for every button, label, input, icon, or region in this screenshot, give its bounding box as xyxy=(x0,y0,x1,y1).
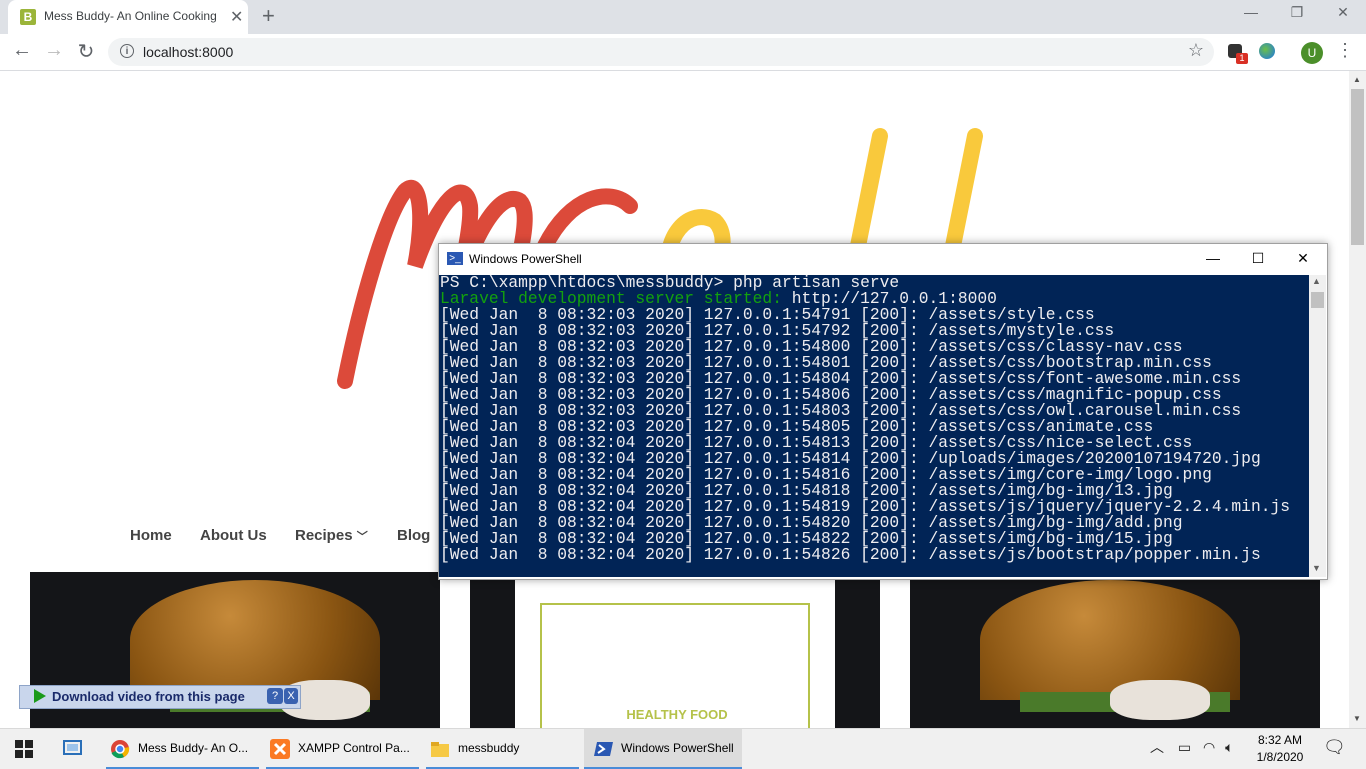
powershell-title: Windows PowerShell xyxy=(469,252,582,266)
powershell-titlebar[interactable]: >_ Windows PowerShell ― ☐ ✕ xyxy=(439,244,1327,275)
volume-icon[interactable]: 🔈︎ xyxy=(1225,739,1233,755)
xampp-icon xyxy=(270,739,290,759)
taskbar-chrome[interactable]: Mess Buddy- An O... xyxy=(106,729,259,769)
close-window-icon[interactable]: ✕ xyxy=(1320,4,1366,21)
info-icon[interactable]: i xyxy=(120,44,134,58)
profile-avatar[interactable]: U xyxy=(1301,42,1323,64)
windows-start-icon[interactable] xyxy=(15,740,33,758)
folder-icon xyxy=(430,739,450,759)
healthy-food-frame: HEALTHY FOOD xyxy=(540,603,810,728)
clock-date[interactable]: 1/8/2020 xyxy=(1254,750,1306,764)
chevron-up-icon[interactable]: ︿ xyxy=(1150,739,1164,755)
extension-badge: 1 xyxy=(1236,53,1248,64)
system-tray: ︿ ▭ ◠ 🔈︎ xyxy=(1150,737,1234,757)
powershell-console[interactable]: PS C:\xampp\htdocs\messbuddy> php artisa… xyxy=(439,275,1309,577)
console-line: [Wed Jan 8 08:32:04 2020] 127.0.0.1:5482… xyxy=(440,545,1261,564)
back-arrow-icon[interactable]: ← xyxy=(10,39,34,62)
scroll-down-icon[interactable]: ▼ xyxy=(1353,714,1361,723)
burger-bun xyxy=(980,580,1240,700)
wifi-icon[interactable]: ◠ xyxy=(1203,739,1215,755)
nav-home[interactable]: Home xyxy=(130,527,172,544)
powershell-window[interactable]: >_ Windows PowerShell ― ☐ ✕ PS C:\xampp\… xyxy=(438,243,1328,580)
minimize-icon[interactable]: ― xyxy=(1228,4,1274,20)
restore-icon[interactable]: ❐ xyxy=(1274,4,1320,21)
download-video-bar[interactable]: Download video from this page ? X xyxy=(19,685,301,709)
nav-recipes-label: Recipes xyxy=(295,527,353,544)
burger-image-right[interactable] xyxy=(910,572,1320,728)
windows-taskbar: Mess Buddy- An O... XAMPP Control Pa... … xyxy=(0,728,1366,769)
taskbar-powershell[interactable]: Windows PowerShell xyxy=(584,729,742,769)
chrome-icon xyxy=(110,739,130,759)
page-scrollbar[interactable]: ▲ ▼ xyxy=(1349,71,1366,728)
chrome-menu-icon[interactable]: ⋮ xyxy=(1336,40,1354,61)
taskbar-xampp[interactable]: XAMPP Control Pa... xyxy=(266,729,419,769)
burger-sauce xyxy=(1110,680,1210,720)
nav-blog[interactable]: Blog xyxy=(397,527,430,544)
taskbar-label: Windows PowerShell xyxy=(621,741,734,755)
scroll-thumb[interactable] xyxy=(1311,292,1324,308)
console-output: PS C:\xampp\htdocs\messbuddy> php artisa… xyxy=(440,275,1290,563)
url-text[interactable]: localhost:8000 xyxy=(143,44,233,60)
bookmark-star-icon[interactable]: ☆ xyxy=(1188,40,1204,61)
close-icon[interactable]: X xyxy=(284,688,298,704)
nav-about-us[interactable]: About Us xyxy=(200,527,267,544)
maximize-icon[interactable]: ☐ xyxy=(1235,250,1281,267)
taskbar-file-explorer[interactable]: messbuddy xyxy=(426,729,579,769)
browser-toolbar: ← → ↻ i localhost:8000 ☆ 1 U ⋮ xyxy=(0,34,1366,71)
extension-globe-icon[interactable] xyxy=(1259,43,1275,59)
taskbar-label: XAMPP Control Pa... xyxy=(298,741,410,755)
taskbar-label: Mess Buddy- An O... xyxy=(138,741,249,755)
browser-tab-strip: B Mess Buddy- An Online Cooking ✕ + ― ❐ … xyxy=(0,0,1366,34)
download-video-label[interactable]: Download video from this page xyxy=(52,689,245,704)
minimize-icon[interactable]: ― xyxy=(1190,250,1236,266)
clock-time[interactable]: 8:32 AM xyxy=(1254,733,1306,747)
close-window-icon[interactable]: ✕ xyxy=(1280,250,1326,267)
tab-close-icon[interactable]: ✕ xyxy=(230,7,243,27)
battery-icon[interactable]: ▭ xyxy=(1178,739,1191,755)
task-view-icon[interactable] xyxy=(62,738,84,758)
nav-recipes[interactable]: Recipes ﹀ xyxy=(295,527,368,544)
address-bar[interactable]: i localhost:8000 ☆ xyxy=(108,38,1214,66)
taskbar-label: messbuddy xyxy=(458,741,520,755)
powershell-icon: >_ xyxy=(447,252,463,265)
forward-arrow-icon[interactable]: → xyxy=(42,39,66,62)
scroll-thumb[interactable] xyxy=(1351,89,1364,245)
healthy-food-label: HEALTHY FOOD xyxy=(626,707,728,722)
powershell-icon xyxy=(594,739,614,759)
site-favicon-icon: B xyxy=(20,9,36,25)
help-icon[interactable]: ? xyxy=(267,688,283,704)
scroll-up-icon[interactable]: ▲ xyxy=(1312,276,1321,286)
console-scrollbar[interactable]: ▲ ▼ xyxy=(1309,275,1326,577)
scroll-up-icon[interactable]: ▲ xyxy=(1353,75,1361,84)
new-tab-button[interactable]: + xyxy=(262,3,275,29)
scroll-down-icon[interactable]: ▼ xyxy=(1312,563,1321,573)
healthy-food-card[interactable]: HEALTHY FOOD xyxy=(515,572,835,728)
tab-title: Mess Buddy- An Online Cooking xyxy=(44,9,217,23)
reload-icon[interactable]: ↻ xyxy=(74,39,98,64)
chevron-down-icon: ﹀ xyxy=(356,531,368,543)
browser-tab[interactable]: B Mess Buddy- An Online Cooking ✕ xyxy=(8,0,248,34)
notification-icon[interactable]: 🗨︎ xyxy=(1323,737,1346,758)
play-icon xyxy=(34,689,46,703)
